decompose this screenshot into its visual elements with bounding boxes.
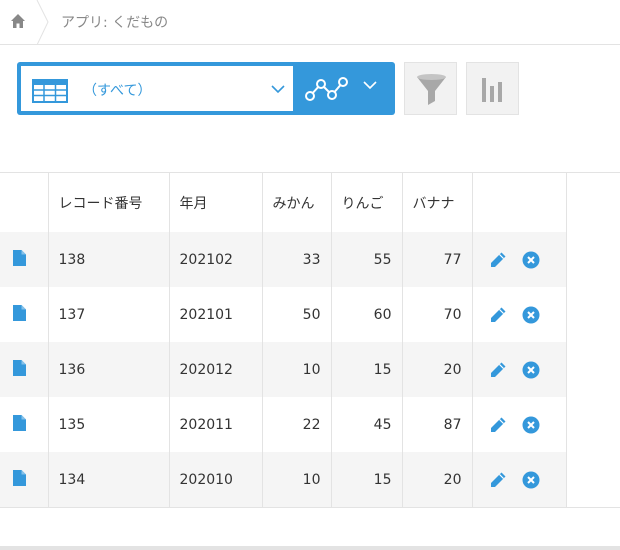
table-row: 137 202101 50 60 70 (0, 287, 567, 342)
detail-cell[interactable] (0, 452, 49, 507)
record-number-cell: 138 (48, 232, 170, 287)
chevron-down-icon (271, 85, 285, 94)
header-detail (0, 173, 49, 232)
yearmonth-cell: 202010 (169, 452, 263, 507)
actions-cell (472, 342, 567, 397)
table-view-icon (32, 79, 68, 103)
record-number-cell: 134 (48, 452, 170, 507)
ringo-cell: 15 (331, 452, 403, 507)
mikan-cell: 50 (262, 287, 332, 342)
ringo-cell: 15 (331, 342, 403, 397)
graph-summary-button[interactable] (466, 62, 519, 115)
graph-icon[interactable] (303, 72, 351, 106)
mikan-cell: 22 (262, 397, 332, 452)
actions-cell (472, 232, 567, 287)
breadcrumb-app-link[interactable]: アプリ: くだもの (61, 12, 168, 32)
table-row: 134 202010 10 15 20 (0, 452, 567, 507)
record-number-cell: 136 (48, 342, 170, 397)
detail-cell[interactable] (0, 232, 49, 287)
header-ringo[interactable]: りんご (331, 173, 403, 232)
record-number-cell: 137 (48, 287, 170, 342)
view-name: （すべて） (83, 83, 152, 99)
record-table: レコード番号 年月 みかん りんご バナナ 138 202102 33 55 77 137… (0, 173, 567, 507)
yearmonth-cell: 202012 (169, 342, 263, 397)
detail-cell[interactable] (0, 342, 49, 397)
pencil-icon[interactable] (489, 251, 507, 269)
filter-funnel-icon (417, 74, 446, 105)
header-record-number[interactable]: レコード番号 (48, 173, 170, 232)
close-circle-icon[interactable] (522, 361, 540, 379)
document-icon[interactable] (13, 359, 26, 376)
ringo-cell: 60 (331, 287, 403, 342)
graph-menu-chevron-icon[interactable] (363, 81, 377, 90)
header-actions (472, 173, 567, 232)
breadcrumb: アプリ: くだもの (0, 0, 620, 45)
table-row: 138 202102 33 55 77 (0, 232, 567, 287)
breadcrumb-separator (36, 0, 49, 45)
mikan-cell: 10 (262, 452, 332, 507)
header-mikan[interactable]: みかん (262, 173, 332, 232)
pencil-icon[interactable] (489, 361, 507, 379)
close-circle-icon[interactable] (522, 416, 540, 434)
mikan-cell: 33 (262, 232, 332, 287)
yearmonth-cell: 202102 (169, 232, 263, 287)
document-icon[interactable] (13, 249, 26, 266)
table-row: 136 202012 10 15 20 (0, 342, 567, 397)
close-circle-icon[interactable] (522, 306, 540, 324)
mikan-cell: 10 (262, 342, 332, 397)
detail-cell[interactable] (0, 397, 49, 452)
document-icon[interactable] (13, 414, 26, 431)
banana-cell: 87 (402, 397, 473, 452)
actions-cell (472, 397, 567, 452)
home-icon (11, 14, 25, 28)
view-toolbar: （すべて） (17, 62, 395, 115)
actions-cell (472, 287, 567, 342)
record-number-cell: 135 (48, 397, 170, 452)
pencil-icon[interactable] (489, 416, 507, 434)
close-circle-icon[interactable] (522, 251, 540, 269)
horizontal-scrollbar[interactable] (0, 546, 620, 550)
record-list: レコード番号 年月 みかん りんご バナナ 138 202102 33 55 77 137… (0, 172, 620, 508)
pencil-icon[interactable] (489, 306, 507, 324)
table-header-row: レコード番号 年月 みかん りんご バナナ (0, 173, 567, 232)
document-icon[interactable] (13, 469, 26, 486)
table-row: 135 202011 22 45 87 (0, 397, 567, 452)
yearmonth-cell: 202101 (169, 287, 263, 342)
header-yearmonth[interactable]: 年月 (169, 173, 263, 232)
ringo-cell: 45 (331, 397, 403, 452)
filter-button[interactable] (404, 62, 457, 115)
banana-cell: 20 (402, 342, 473, 397)
detail-cell[interactable] (0, 287, 49, 342)
ringo-cell: 55 (331, 232, 403, 287)
yearmonth-cell: 202011 (169, 397, 263, 452)
close-circle-icon[interactable] (522, 471, 540, 489)
pencil-icon[interactable] (489, 471, 507, 489)
banana-cell: 20 (402, 452, 473, 507)
document-icon[interactable] (13, 304, 26, 321)
banana-cell: 70 (402, 287, 473, 342)
banana-cell: 77 (402, 232, 473, 287)
actions-cell (472, 452, 567, 507)
bar-chart-icon (482, 78, 502, 102)
home-link[interactable] (0, 0, 38, 44)
header-banana[interactable]: バナナ (402, 173, 473, 232)
view-selector[interactable]: （すべて） (21, 66, 293, 111)
